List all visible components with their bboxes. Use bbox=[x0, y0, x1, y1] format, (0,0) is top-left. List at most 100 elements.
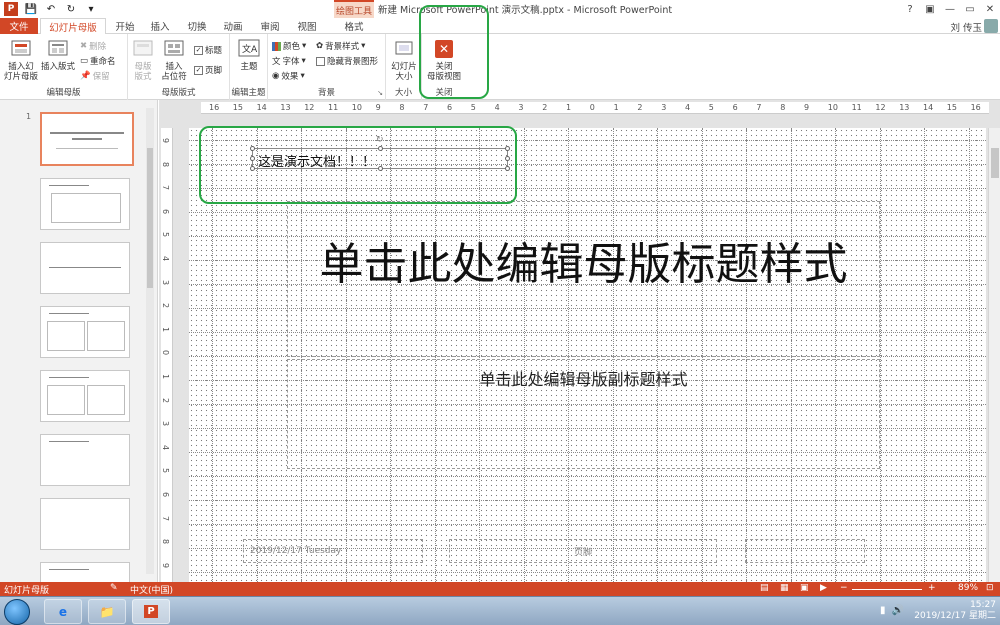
insert-slide-master-button[interactable]: 插入幻 灯片母版 bbox=[4, 38, 38, 82]
ruler-tick-label: 0 bbox=[589, 103, 595, 112]
ruler-tick-label: 2 bbox=[161, 303, 171, 309]
preserve-button[interactable]: 📌 保留 bbox=[80, 70, 110, 82]
start-button[interactable] bbox=[4, 599, 30, 625]
thumbnail-layout-1[interactable] bbox=[40, 178, 130, 230]
slide-sorter-icon[interactable]: ▦ bbox=[780, 583, 789, 593]
title-checkbox[interactable]: ✓ 标题 bbox=[194, 44, 222, 56]
title-text[interactable]: 单击此处编辑母版标题样式 bbox=[288, 240, 879, 290]
tab-slide-master[interactable]: 幻灯片母版 bbox=[40, 18, 106, 35]
insert-placeholder-button[interactable]: 插入 占位符 bbox=[158, 38, 190, 82]
volume-icon[interactable]: 🔊 bbox=[892, 605, 904, 616]
redo-icon[interactable]: ↻ bbox=[64, 2, 78, 16]
dialog-launcher-icon[interactable]: ↘ bbox=[377, 89, 383, 97]
customize-qat-icon[interactable]: ▾ bbox=[84, 2, 98, 16]
undo-icon[interactable]: ↶ bbox=[44, 2, 58, 16]
save-icon[interactable]: 💾 bbox=[24, 2, 38, 16]
hide-background-checkbox[interactable]: 隐藏背景图形 bbox=[316, 55, 378, 67]
tab-format[interactable]: 格式 bbox=[334, 18, 374, 34]
ruler-tick-label: 3 bbox=[518, 103, 524, 112]
network-icon[interactable]: ▮ bbox=[880, 605, 886, 616]
thumbnail-layout-6[interactable] bbox=[40, 498, 130, 550]
slide-size-button[interactable]: 幻灯片 大小 bbox=[390, 38, 418, 82]
tab-insert[interactable]: 插入 bbox=[145, 18, 175, 34]
thumbnail-layout-7[interactable] bbox=[40, 562, 130, 582]
background-styles-dropdown[interactable]: ✿ 背景样式 ▾ bbox=[316, 40, 365, 52]
delete-button[interactable]: ✖ 删除 bbox=[80, 40, 106, 52]
group-label-background: 背景 bbox=[317, 88, 335, 98]
chevron-down-icon: ▾ bbox=[361, 41, 366, 51]
ruler-tick-label: 3 bbox=[661, 103, 667, 112]
ruler-tick-label: 1 bbox=[161, 373, 171, 380]
group-label-edit-theme: 编辑主题 bbox=[231, 88, 266, 98]
ruler-tick-label: 14 bbox=[923, 103, 934, 112]
subtitle-text[interactable]: 单击此处编辑母版副标题样式 bbox=[288, 366, 879, 390]
ribbon-display-button[interactable]: ▣ bbox=[920, 0, 940, 18]
tab-review[interactable]: 审阅 bbox=[255, 18, 285, 34]
thumbnail-master[interactable] bbox=[40, 112, 134, 166]
help-button[interactable]: ? bbox=[900, 0, 920, 18]
effects-dropdown[interactable]: ◉ 效果 ▾ bbox=[272, 70, 305, 82]
ruler-tick-label: 16 bbox=[209, 103, 220, 112]
powerpoint-logo-icon: P bbox=[4, 2, 18, 16]
horizontal-ruler: 16 15 14 13 12 11 10 9 8 7 6 5 4 3 2 1 0 1 2 3 4 5 6 7 8 9 10 11 12 1… bbox=[201, 102, 989, 114]
fonts-dropdown[interactable]: 文字体 ▾ bbox=[272, 55, 306, 67]
thumbnail-scrollbar[interactable] bbox=[146, 108, 154, 574]
master-layout-icon bbox=[132, 38, 154, 60]
colors-dropdown[interactable]: 颜色 ▾ bbox=[272, 40, 306, 52]
zoom-level[interactable]: 89% bbox=[958, 583, 978, 593]
minimize-button[interactable]: — bbox=[940, 0, 960, 18]
thumbnail-layout-5[interactable] bbox=[40, 434, 130, 486]
fit-slide-icon[interactable]: ⊡ bbox=[986, 583, 994, 593]
ruler-tick-label: 2 bbox=[542, 103, 548, 112]
avatar[interactable] bbox=[984, 19, 998, 33]
footer-checkbox[interactable]: ✓ 页脚 bbox=[194, 64, 222, 76]
zoom-slider[interactable] bbox=[852, 589, 922, 590]
ruler-tick-label: 4 bbox=[685, 103, 691, 112]
date-placeholder[interactable]: 2019/12/17 Tuesday bbox=[243, 539, 423, 563]
footer-placeholder[interactable]: 页脚 bbox=[449, 539, 717, 563]
title-bar: P 💾 ↶ ↻ ▾ 绘图工具 新建 Microsoft PowerPoint 演… bbox=[0, 0, 1000, 18]
ruler-tick-label: 3 bbox=[161, 279, 171, 285]
zoom-out-icon[interactable]: − bbox=[840, 583, 848, 593]
slideshow-icon[interactable]: ▶ bbox=[820, 583, 827, 593]
ruler-tick-label: 4 bbox=[494, 103, 500, 112]
window-controls: ? ▣ — ▭ ✕ bbox=[900, 0, 1000, 18]
rename-button[interactable]: ▭ 重命名 bbox=[80, 55, 116, 67]
powerpoint-taskbar-icon[interactable]: P bbox=[132, 599, 170, 624]
ie-icon[interactable]: e bbox=[44, 599, 82, 624]
windows-taskbar: e 📁 P ▮ 🔊 15:27 2019/12/17 星期二 bbox=[0, 596, 1000, 625]
editor-scrollbar[interactable] bbox=[988, 128, 1000, 582]
thumbnail-layout-3[interactable] bbox=[40, 306, 130, 358]
subtitle-placeholder[interactable]: 单击此处编辑母版副标题样式 bbox=[287, 359, 880, 469]
spelling-icon[interactable]: ✎ bbox=[110, 583, 118, 593]
chevron-down-icon: ▾ bbox=[302, 41, 307, 51]
tab-transitions[interactable]: 切换 bbox=[182, 18, 212, 34]
ruler-tick-label: 12 bbox=[875, 103, 886, 112]
group-label-master-layout: 母版版式 bbox=[161, 88, 196, 98]
quick-access-toolbar: P 💾 ↶ ↻ ▾ bbox=[0, 0, 98, 18]
slide-number-placeholder[interactable] bbox=[745, 539, 865, 563]
thumbnail-layout-4[interactable] bbox=[40, 370, 130, 422]
system-clock[interactable]: 15:27 2019/12/17 星期二 bbox=[914, 600, 996, 622]
maximize-button[interactable]: ▭ bbox=[960, 0, 980, 18]
insert-layout-button[interactable]: 插入版式 bbox=[40, 38, 76, 72]
themes-button[interactable]: 文A 主题 bbox=[236, 38, 262, 72]
ribbon: 插入幻 灯片母版 插入版式 ✖ 删除 ▭ 重命名 📌 保留 编辑母版 母版 版式 插入… bbox=[0, 34, 1000, 100]
status-language[interactable]: 中文(中国) bbox=[130, 583, 173, 596]
tab-view[interactable]: 视图 bbox=[292, 18, 322, 34]
insert-master-icon bbox=[10, 38, 32, 60]
reading-view-icon[interactable]: ▣ bbox=[800, 583, 809, 593]
ruler-tick-label: 0 bbox=[161, 350, 171, 356]
tab-animations[interactable]: 动画 bbox=[218, 18, 248, 34]
slide-thumbnail-pane[interactable]: 1 bbox=[0, 100, 158, 582]
thumbnail-layout-2[interactable] bbox=[40, 242, 130, 294]
user-name[interactable]: 刘 传玉 bbox=[950, 20, 982, 34]
title-placeholder[interactable]: 单击此处编辑母版标题样式 bbox=[287, 201, 880, 357]
normal-view-icon[interactable]: ▤ bbox=[760, 583, 769, 593]
close-window-button[interactable]: ✕ bbox=[980, 0, 1000, 18]
master-layout-button[interactable]: 母版 版式 bbox=[130, 38, 156, 82]
tab-file[interactable]: 文件 bbox=[0, 18, 38, 34]
tab-home[interactable]: 开始 bbox=[110, 18, 140, 34]
zoom-in-icon[interactable]: + bbox=[928, 583, 936, 593]
explorer-icon[interactable]: 📁 bbox=[88, 599, 126, 624]
